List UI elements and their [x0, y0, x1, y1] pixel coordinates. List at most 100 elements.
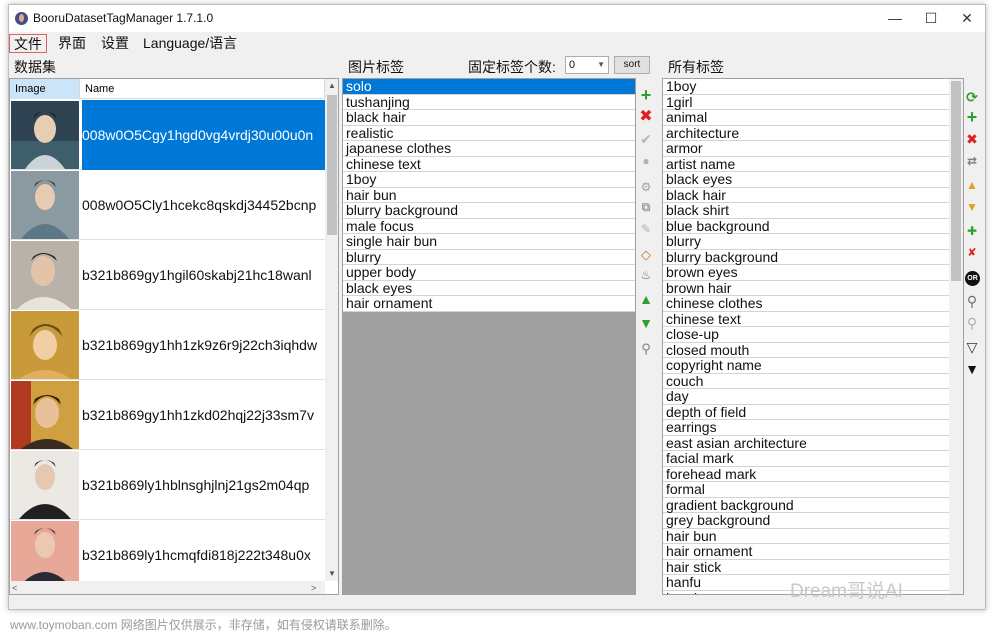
tag-item[interactable]: chinese text [663, 311, 949, 327]
scroll-thumb[interactable] [951, 81, 961, 281]
paint-icon[interactable]: ♨ [638, 267, 654, 283]
column-name[interactable]: Name [80, 79, 325, 99]
tag-item[interactable]: 1girl [663, 94, 949, 110]
tag-item[interactable]: hair ornament [343, 296, 635, 312]
close-button[interactable]: ✕ [949, 5, 985, 32]
tag-item[interactable]: earrings [663, 420, 949, 436]
tag-item[interactable]: upper body [343, 265, 635, 281]
move-down-icon[interactable]: ▼ [638, 315, 654, 331]
maximize-button[interactable]: ☐ [913, 5, 949, 32]
tag-item[interactable]: day [663, 389, 949, 405]
tag-item[interactable]: tushanjing [343, 94, 635, 110]
tag-item[interactable]: blurry background [343, 203, 635, 219]
tag-item[interactable]: armor [663, 141, 949, 157]
tag-item[interactable]: black hair [343, 110, 635, 126]
search-icon[interactable]: ⚲ [638, 341, 654, 357]
tag-item[interactable]: animal [663, 110, 949, 126]
dataset-row[interactable]: 008w0O5Cly1hcekc8qskdj34452bcnp [10, 170, 325, 240]
column-image[interactable]: Image [10, 79, 80, 99]
tag-item[interactable]: architecture [663, 125, 949, 141]
dataset-row[interactable]: 008w0O5Cgy1hgd0vg4vrdj30u00u0n [10, 100, 325, 170]
menu-interface[interactable]: 界面 [54, 34, 90, 53]
menu-language[interactable]: Language/语言 [139, 34, 241, 53]
add-icon[interactable]: + [964, 108, 980, 126]
minimize-button[interactable]: — [877, 5, 913, 32]
tag-item[interactable]: blurry background [663, 249, 949, 265]
clear-icon[interactable]: ● [638, 153, 654, 169]
scroll-left-icon[interactable]: < [12, 581, 24, 594]
dataset-row[interactable]: b321b869ly1hcmqfdi818j222t348u0x [10, 520, 325, 590]
tag-item[interactable]: solo [343, 79, 635, 95]
check-icon[interactable]: ✔ [638, 131, 654, 147]
delete-icon[interactable]: ✖ [964, 131, 980, 147]
zoom-out-icon[interactable]: ⚲ [964, 315, 980, 331]
tag-item[interactable]: facial mark [663, 451, 949, 467]
paste-icon[interactable]: ✎ [638, 221, 654, 237]
tag-item[interactable]: copyright name [663, 358, 949, 374]
tag-item[interactable]: closed mouth [663, 342, 949, 358]
tag-item[interactable]: gradient background [663, 497, 949, 513]
tag-item[interactable]: brown eyes [663, 265, 949, 281]
tag-item[interactable]: black eyes [343, 280, 635, 296]
copy-icon[interactable]: ⧉ [638, 199, 654, 215]
scroll-up-icon[interactable]: ▲ [325, 79, 338, 93]
eraser-icon[interactable]: ◇ [638, 247, 654, 263]
tag-item[interactable]: brown hair [663, 280, 949, 296]
dataset-row[interactable]: b321b869gy1hh1zkd02hqj22j33sm7v [10, 380, 325, 450]
delete-tag-icon[interactable]: ✖ [638, 109, 654, 125]
tag-item[interactable]: close-up [663, 327, 949, 343]
tag-item[interactable]: single hair bun [343, 234, 635, 250]
plus-small-icon[interactable]: ✚ [964, 223, 980, 239]
tag-item[interactable]: chinese text [343, 156, 635, 172]
tag-item[interactable]: artist name [663, 156, 949, 172]
tag-item[interactable]: realistic [343, 125, 635, 141]
or-filter-icon[interactable]: OR [965, 271, 980, 286]
add-to-all-icon[interactable]: ▲ [964, 177, 980, 193]
tag-item[interactable]: grey background [663, 513, 949, 529]
tag-item[interactable]: east asian architecture [663, 435, 949, 451]
all-tags-scrollbar[interactable] [949, 79, 963, 594]
menu-file[interactable]: 文件 [9, 34, 47, 53]
tag-item[interactable]: blurry [343, 249, 635, 265]
scroll-right-icon[interactable]: > [311, 581, 323, 594]
tag-item[interactable]: black hair [663, 187, 949, 203]
minus-small-icon[interactable]: ✘ [964, 245, 980, 261]
fixed-tag-count-select[interactable]: 0 ▼ [565, 56, 609, 74]
scroll-thumb[interactable] [327, 95, 337, 235]
menu-settings[interactable]: 设置 [97, 34, 133, 53]
tag-item[interactable]: 1boy [663, 79, 949, 95]
add-tag-icon[interactable]: + [638, 86, 654, 104]
add-to-selected-icon[interactable]: ▼ [964, 199, 980, 215]
dataset-row[interactable]: b321b869gy1hh1zk9z6r9j22ch3iqhdw [10, 310, 325, 380]
tag-item[interactable]: hair stick [663, 559, 949, 575]
tag-item[interactable]: black shirt [663, 203, 949, 219]
tag-item[interactable]: hair bun [663, 528, 949, 544]
tag-item[interactable]: depth of field [663, 404, 949, 420]
zoom-in-icon[interactable]: ⚲ [964, 293, 980, 309]
dataset-row[interactable]: b321b869gy1hgil60skabj21hc18wanl [10, 240, 325, 310]
scroll-down-icon[interactable]: ▼ [325, 567, 338, 581]
tag-item[interactable]: formal [663, 482, 949, 498]
tag-item[interactable]: hair bun [343, 187, 635, 203]
tag-item[interactable]: couch [663, 373, 949, 389]
tag-item[interactable]: forehead mark [663, 466, 949, 482]
move-up-icon[interactable]: ▲ [638, 291, 654, 307]
image-tags-toolbar: + ✖ ✔ ● ⚙ ⧉ ✎ ◇ ♨ ▲ ▼ ⚲ [638, 85, 658, 375]
dataset-row[interactable]: b321b869ly1hblnsghjlnj21gs2m04qp [10, 450, 325, 520]
tag-item[interactable]: blurry [663, 234, 949, 250]
tag-item[interactable]: blue background [663, 218, 949, 234]
tag-item[interactable]: male focus [343, 218, 635, 234]
sort-button[interactable]: sort [614, 56, 650, 74]
settings-icon[interactable]: ⚙ [638, 179, 654, 195]
replace-icon[interactable]: ⇄ [964, 153, 980, 169]
dataset-vertical-scrollbar[interactable]: ▲ ▼ [325, 79, 338, 581]
refresh-icon[interactable]: ⟳ [964, 89, 980, 105]
tag-item[interactable]: chinese clothes [663, 296, 949, 312]
tag-item[interactable]: 1boy [343, 172, 635, 188]
filter-icon[interactable]: ▽ [964, 339, 980, 355]
dataset-horizontal-scrollbar[interactable]: < > [10, 581, 325, 594]
clear-filter-icon[interactable]: ▼ [964, 361, 980, 377]
tag-item[interactable]: black eyes [663, 172, 949, 188]
tag-item[interactable]: japanese clothes [343, 141, 635, 157]
tag-item[interactable]: hair ornament [663, 544, 949, 560]
